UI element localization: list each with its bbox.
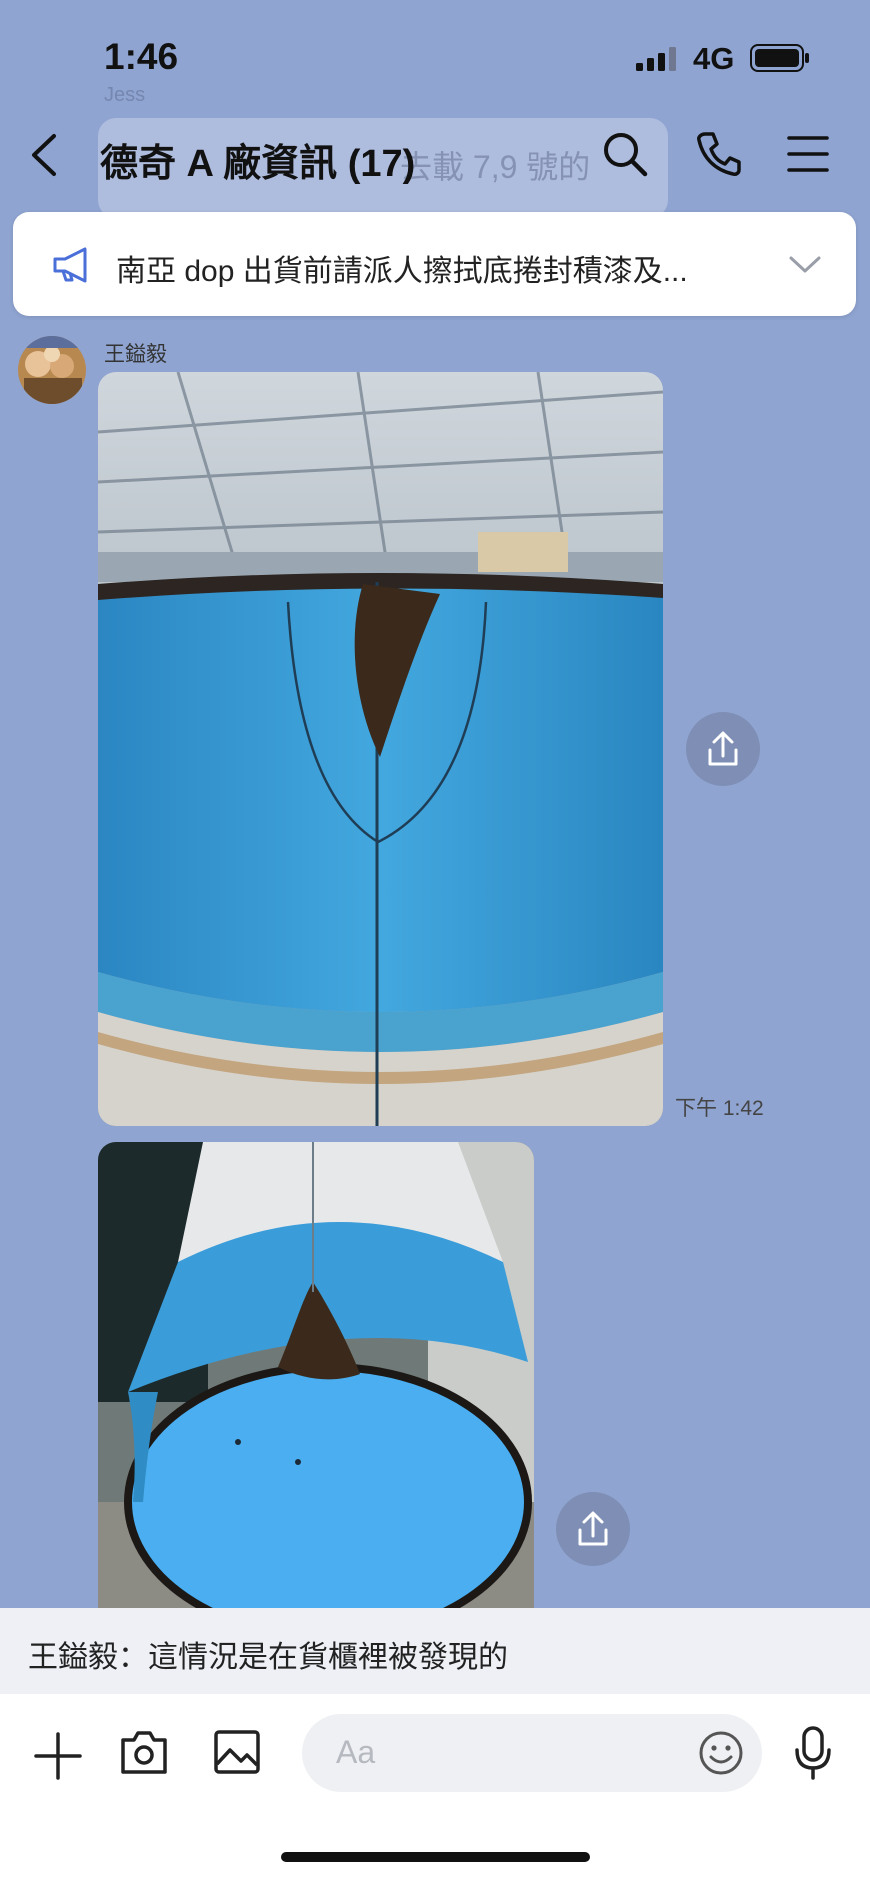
plus-icon[interactable] — [34, 1732, 82, 1780]
home-indicator — [281, 1852, 590, 1862]
photo-message[interactable] — [98, 372, 663, 1126]
avatar[interactable] — [18, 336, 86, 404]
chevron-down-icon[interactable] — [788, 255, 822, 275]
signal-icon — [636, 47, 676, 71]
share-button[interactable] — [556, 1492, 630, 1566]
previous-message-sender: Jess — [104, 84, 146, 106]
announcement-banner[interactable]: 南亞 dop 出貨前請派人擦拭底捲封積漆及... — [13, 212, 856, 316]
announcement-text: 南亞 dop 出貨前請派人擦拭底捲封積漆及... — [116, 255, 688, 288]
share-icon — [708, 731, 738, 766]
message-time: 下午 1:42 — [675, 1097, 764, 1120]
message-preview-text: 王鎰毅：這情況是在貨櫃裡被發現的 — [28, 1641, 508, 1674]
emoji-icon[interactable] — [698, 1730, 744, 1776]
menu-icon[interactable] — [786, 134, 830, 174]
image-icon[interactable] — [213, 1728, 261, 1776]
battery-icon — [750, 44, 809, 72]
status-time: 1:46 — [104, 36, 179, 77]
message-sender: 王鎰毅 — [104, 343, 167, 366]
drum-photo-image — [98, 372, 663, 1126]
avatar-image — [18, 336, 86, 404]
microphone-icon[interactable] — [792, 1726, 834, 1780]
share-icon — [578, 1511, 608, 1546]
back-chevron-icon[interactable] — [28, 132, 62, 178]
search-icon[interactable] — [601, 130, 649, 178]
phone-icon[interactable] — [695, 130, 743, 178]
message-input-placeholder: Aa — [336, 1734, 376, 1770]
megaphone-icon — [53, 247, 87, 283]
message-preview-bar[interactable]: 王鎰毅：這情況是在貨櫃裡被發現的 — [0, 1608, 870, 1694]
share-button[interactable] — [686, 712, 760, 786]
camera-icon[interactable] — [120, 1728, 168, 1776]
chat-title: 德奇 A 廠資訊 (17) — [100, 143, 416, 185]
message-input[interactable]: Aa — [302, 1714, 762, 1792]
network-type: 4G — [693, 41, 735, 76]
previous-message-text: 去載 7,9 號的 — [400, 149, 591, 185]
message-input-area: Aa — [0, 1694, 870, 1883]
